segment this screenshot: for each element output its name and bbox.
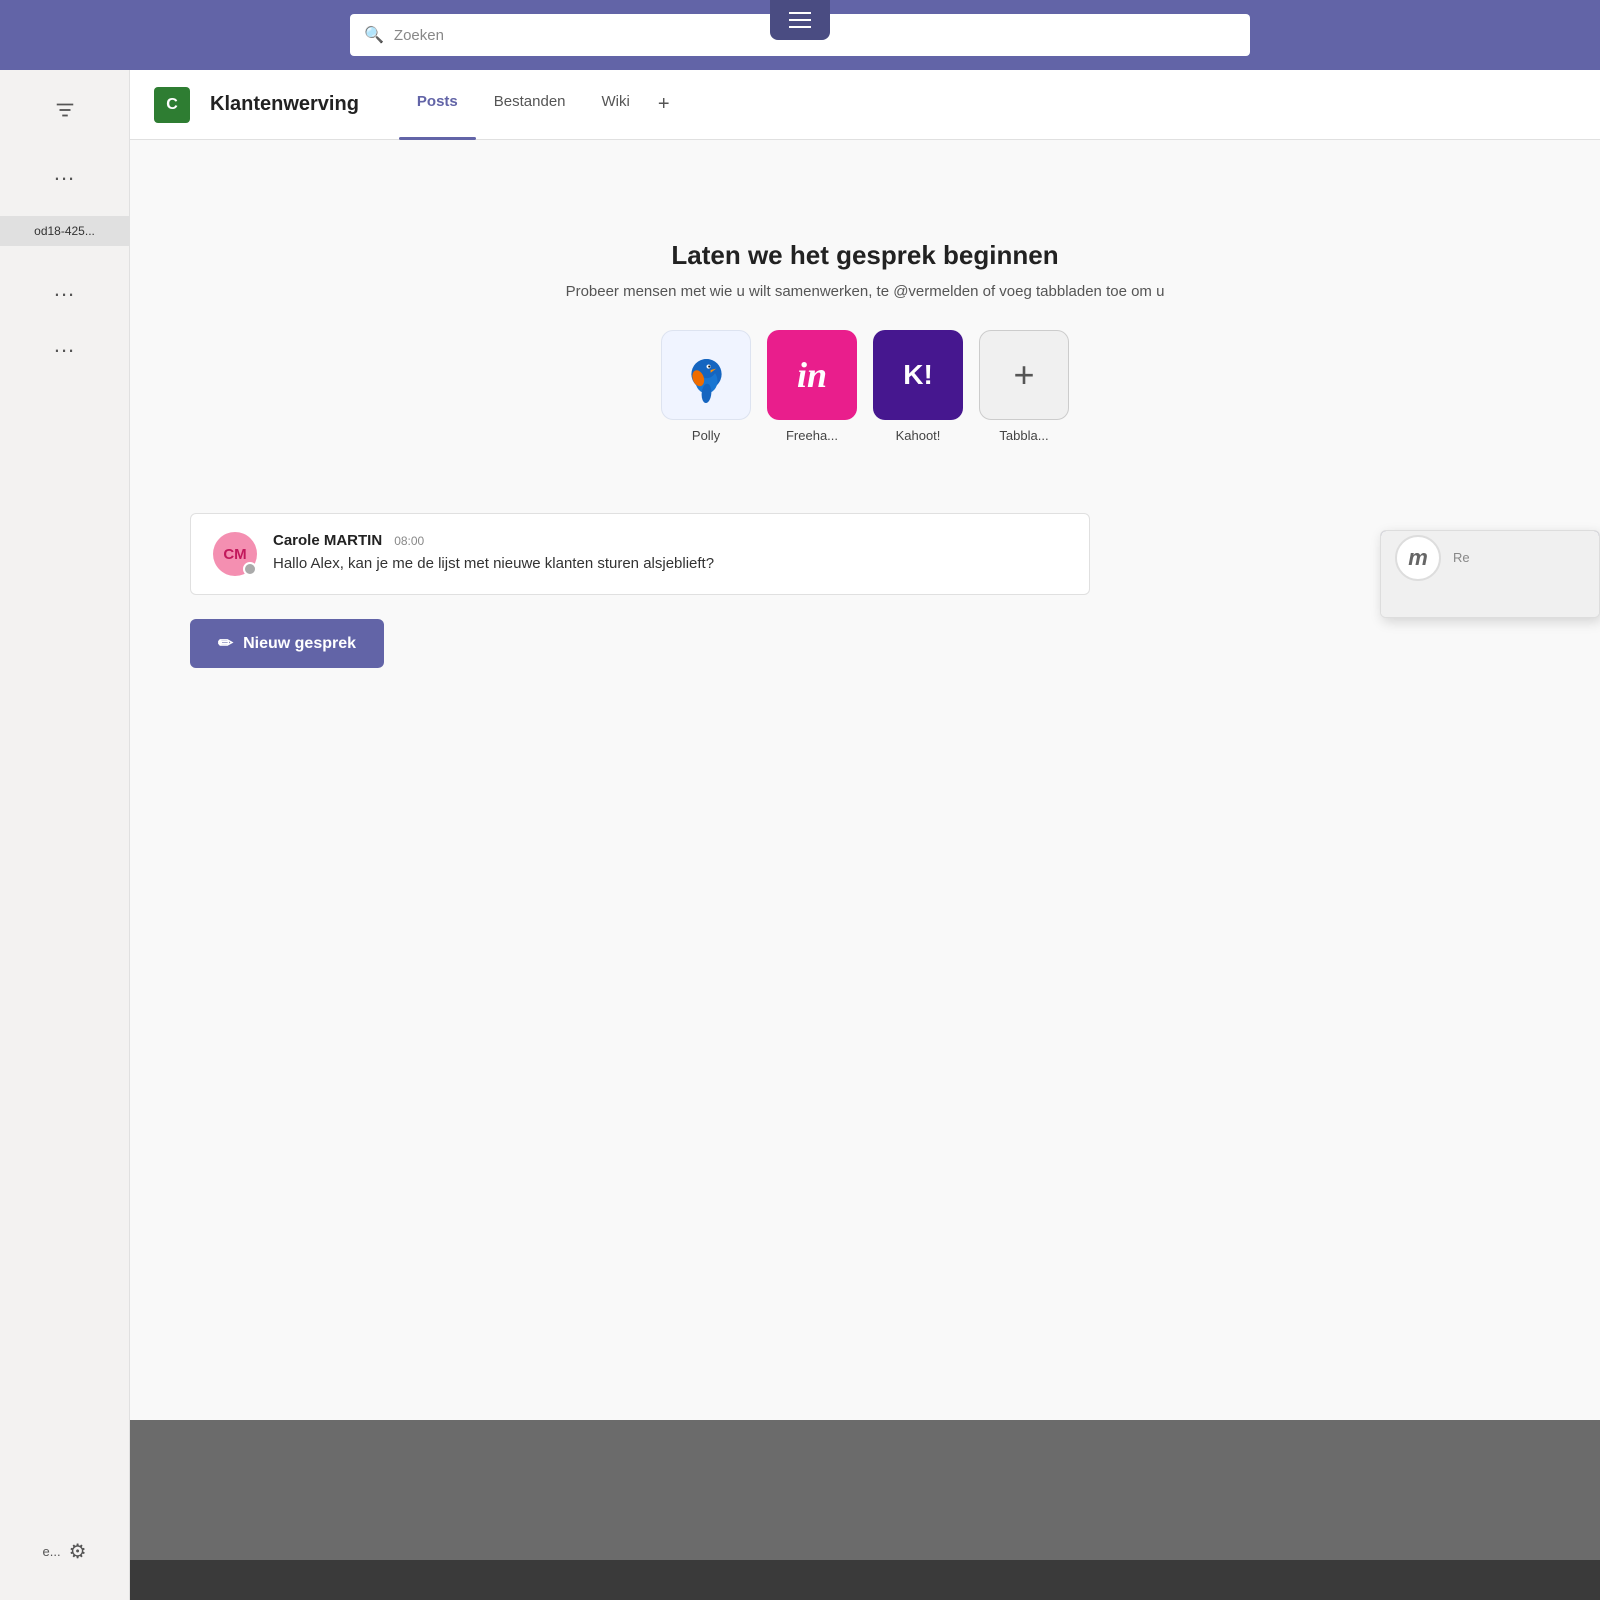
tab-navigation: Posts Bestanden Wiki + xyxy=(399,85,680,124)
very-bottom-bar xyxy=(130,1560,1600,1600)
hamburger-button[interactable] xyxy=(770,0,830,40)
tab-posts[interactable]: Posts xyxy=(399,85,476,124)
search-icon: 🔍 xyxy=(364,25,384,45)
sidebar: ... od18-425... ... ... e... ⚙ xyxy=(0,70,130,1600)
sidebar-dots-1[interactable]: ... xyxy=(54,160,75,186)
hamburger-icon xyxy=(789,12,811,28)
avatar-status xyxy=(243,562,257,576)
content-body: Laten we het gesprek beginnen Probeer me… xyxy=(130,140,1600,1600)
freehand-text-icon: in xyxy=(797,354,827,396)
sidebar-channel-item[interactable]: od18-425... xyxy=(0,216,129,246)
miro-logo: m xyxy=(1395,535,1441,581)
sidebar-bottom: e... ⚙ xyxy=(0,1533,129,1570)
freehand-label: Freeha... xyxy=(786,428,838,443)
tab-wiki[interactable]: Wiki xyxy=(584,85,648,124)
top-bar: 🔍 Zoeken xyxy=(0,0,1600,70)
freehand-icon-box: in xyxy=(767,330,857,420)
content-header: C Klantenwerving Posts Bestanden Wiki + xyxy=(130,70,1600,140)
tooltip-popup: 1/7 Gesprek voeren m Re xyxy=(1380,530,1600,618)
message-card: CM Carole MARTIN 08:00 Hallo Alex, kan j… xyxy=(190,513,1090,595)
settings-label: e... xyxy=(42,1544,60,1559)
plus-icon: + xyxy=(1013,354,1034,396)
main-layout: ... od18-425... ... ... e... ⚙ C Klanten… xyxy=(0,70,1600,1600)
polly-icon-box xyxy=(661,330,751,420)
app-kahoot[interactable]: K! Kahoot! xyxy=(873,330,963,443)
right-bottom-panel: m Re xyxy=(1380,530,1599,617)
sidebar-dots-3[interactable]: ... xyxy=(54,332,75,358)
message-time: 08:00 xyxy=(394,534,424,548)
settings-area[interactable]: e... ⚙ xyxy=(30,1533,98,1570)
gear-icon[interactable]: ⚙ xyxy=(69,1539,87,1564)
message-text: Hallo Alex, kan je me de lijst met nieuw… xyxy=(273,555,714,572)
new-conversation-button[interactable]: ✏ Nieuw gesprek xyxy=(190,619,384,668)
polly-label: Polly xyxy=(692,428,720,443)
kahoot-icon-box: K! xyxy=(873,330,963,420)
app-freehand[interactable]: in Freeha... xyxy=(767,330,857,443)
new-conv-icon: ✏ xyxy=(218,633,233,654)
starter-title: Laten we het gesprek beginnen xyxy=(671,240,1058,271)
app-polly[interactable]: Polly xyxy=(661,330,751,443)
message-sender: Carole MARTIN xyxy=(273,532,382,549)
chat-area: CM Carole MARTIN 08:00 Hallo Alex, kan j… xyxy=(190,513,1090,595)
search-placeholder: Zoeken xyxy=(394,27,444,44)
sidebar-dots-2[interactable]: ... xyxy=(54,276,75,302)
message-header: Carole MARTIN 08:00 xyxy=(273,532,1067,549)
app-icons-row: Polly in Freeha... K! Kahoot xyxy=(661,330,1069,443)
conversation-starter: Laten we het gesprek beginnen Probeer me… xyxy=(190,240,1540,443)
channel-avatar: C xyxy=(154,87,190,123)
main-content: C Klantenwerving Posts Bestanden Wiki + xyxy=(130,70,1600,1600)
channel-title: Klantenwerving xyxy=(210,93,359,116)
filter-icon[interactable] xyxy=(45,90,85,130)
app-add-more[interactable]: + Tabbla... xyxy=(979,330,1069,443)
add-more-icon-box: + xyxy=(979,330,1069,420)
add-tab-button[interactable]: + xyxy=(648,85,680,124)
starter-subtitle: Probeer mensen met wie u wilt samenwerke… xyxy=(566,283,1165,300)
message-content: Carole MARTIN 08:00 Hallo Alex, kan je m… xyxy=(273,532,1067,573)
kahoot-text-icon: K! xyxy=(903,359,933,391)
right-text: Re xyxy=(1453,550,1470,565)
tab-bestanden[interactable]: Bestanden xyxy=(476,85,584,124)
add-more-label: Tabbla... xyxy=(999,428,1048,443)
avatar: CM xyxy=(213,532,257,576)
kahoot-label: Kahoot! xyxy=(896,428,941,443)
sidebar-channel-label: od18-425... xyxy=(28,224,101,238)
